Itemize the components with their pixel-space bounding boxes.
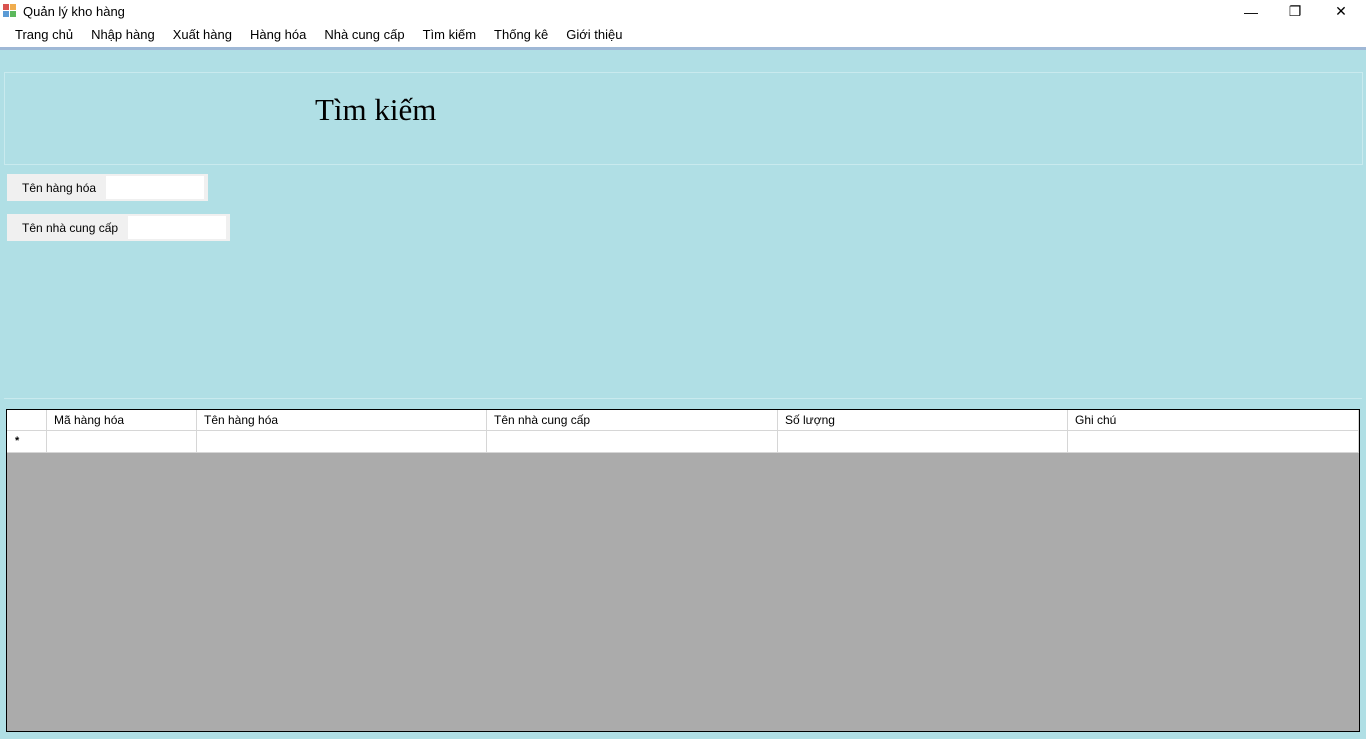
table-cell[interactable] xyxy=(778,431,1068,453)
grid-header: Mã hàng hóa Tên hàng hóa Tên nhà cung cấ… xyxy=(7,410,1359,431)
app-icon xyxy=(3,4,17,18)
table-cell[interactable] xyxy=(197,431,487,453)
menu-item-export[interactable]: Xuất hàng xyxy=(164,23,241,47)
panel-divider xyxy=(4,398,1362,399)
main-panel: Tìm kiếm Tên hàng hóa Tên nhà cung cấp M… xyxy=(0,50,1366,739)
header-panel: Tìm kiếm xyxy=(4,72,1363,165)
restore-button[interactable]: ❐ xyxy=(1272,0,1318,23)
product-name-input[interactable] xyxy=(106,176,205,199)
product-name-label: Tên hàng hóa xyxy=(22,180,97,195)
menu-item-products[interactable]: Hàng hóa xyxy=(241,23,315,47)
supplier-name-field: Tên nhà cung cấp xyxy=(7,214,230,241)
column-header-supplier-name[interactable]: Tên nhà cung cấp xyxy=(487,410,778,431)
product-name-field: Tên hàng hóa xyxy=(7,174,208,201)
minimize-button[interactable]: — xyxy=(1228,0,1274,23)
column-header-quantity[interactable]: Số lượng xyxy=(778,410,1068,431)
results-grid[interactable]: Mã hàng hóa Tên hàng hóa Tên nhà cung cấ… xyxy=(6,409,1360,732)
window-title: Quản lý kho hàng xyxy=(23,4,125,19)
supplier-name-label: Tên nhà cung cấp xyxy=(22,220,119,235)
table-cell[interactable] xyxy=(487,431,778,453)
menu-item-statistics[interactable]: Thống kê xyxy=(485,23,557,47)
new-row-marker[interactable]: * xyxy=(7,431,47,453)
menu-item-about[interactable]: Giới thiệu xyxy=(557,23,631,47)
supplier-name-input[interactable] xyxy=(128,216,227,239)
menu-item-import[interactable]: Nhập hàng xyxy=(82,23,164,47)
grid-corner-cell[interactable] xyxy=(7,410,47,431)
table-cell[interactable] xyxy=(47,431,197,453)
page-title: Tìm kiếm xyxy=(315,92,437,127)
close-button[interactable]: ✕ xyxy=(1318,0,1364,23)
menu-item-suppliers[interactable]: Nhà cung cấp xyxy=(315,23,413,47)
column-header-note[interactable]: Ghi chú xyxy=(1068,410,1359,431)
table-row[interactable]: * xyxy=(7,431,1359,453)
table-cell[interactable] xyxy=(1068,431,1359,453)
menu-item-home[interactable]: Trang chủ xyxy=(6,23,82,47)
column-header-product-code[interactable]: Mã hàng hóa xyxy=(47,410,197,431)
menu-item-search[interactable]: Tìm kiếm xyxy=(414,23,485,47)
title-bar: Quản lý kho hàng — ❐ ✕ xyxy=(0,0,1366,23)
column-header-product-name[interactable]: Tên hàng hóa xyxy=(197,410,487,431)
menu-bar: Trang chủ Nhập hàng Xuất hàng Hàng hóa N… xyxy=(0,23,1366,47)
